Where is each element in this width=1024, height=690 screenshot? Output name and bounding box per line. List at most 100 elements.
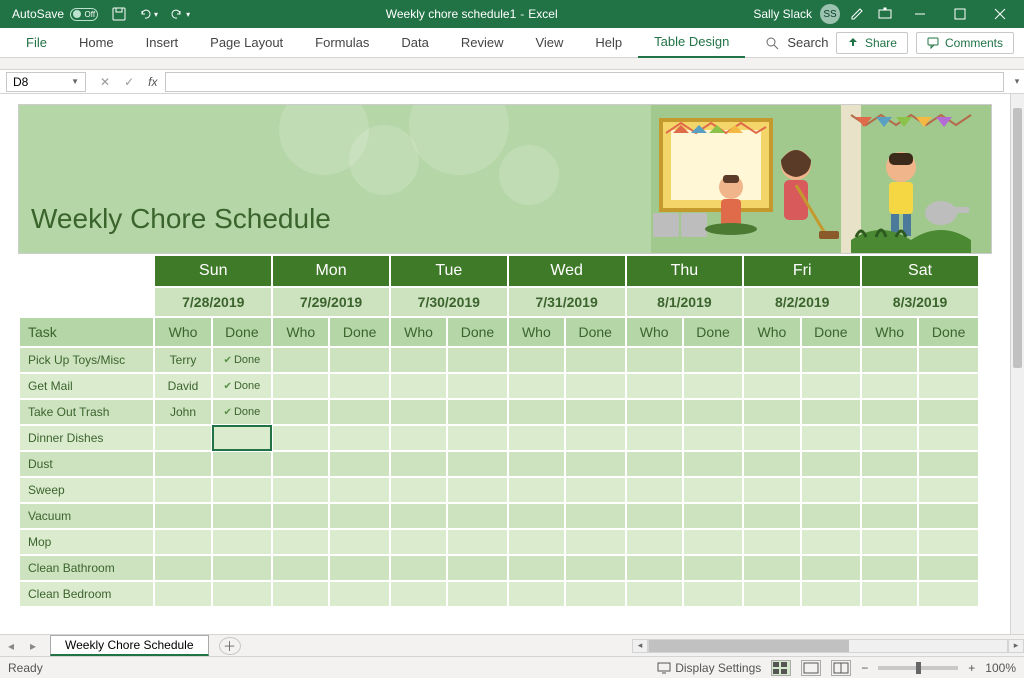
who-cell[interactable] xyxy=(390,581,447,607)
who-cell[interactable] xyxy=(743,373,800,399)
schedule-table[interactable]: SunMonTueWedThuFriSat7/28/20197/29/20197… xyxy=(18,254,980,608)
done-cell[interactable] xyxy=(918,529,979,555)
done-cell[interactable] xyxy=(801,555,862,581)
sheet-nav-prev[interactable]: ◂ xyxy=(0,639,22,653)
who-cell[interactable] xyxy=(390,503,447,529)
page-layout-view-button[interactable] xyxy=(801,660,821,676)
done-cell[interactable] xyxy=(447,399,508,425)
done-cell[interactable] xyxy=(801,529,862,555)
who-cell[interactable] xyxy=(861,373,918,399)
done-cell[interactable] xyxy=(329,451,390,477)
who-header[interactable]: Who xyxy=(861,317,918,347)
done-cell[interactable] xyxy=(565,347,626,373)
who-cell[interactable] xyxy=(154,555,211,581)
who-cell[interactable] xyxy=(390,347,447,373)
done-cell[interactable] xyxy=(329,555,390,581)
who-cell[interactable] xyxy=(390,425,447,451)
done-cell[interactable] xyxy=(565,373,626,399)
done-cell[interactable] xyxy=(918,555,979,581)
who-cell[interactable] xyxy=(626,425,683,451)
who-cell[interactable] xyxy=(508,399,565,425)
done-cell[interactable] xyxy=(329,425,390,451)
zoom-level[interactable]: 100% xyxy=(985,661,1016,675)
who-cell[interactable] xyxy=(743,503,800,529)
date-cell[interactable]: 8/1/2019 xyxy=(626,287,744,317)
tab-data[interactable]: Data xyxy=(385,28,444,58)
day-header[interactable]: Sat xyxy=(861,255,979,287)
close-button[interactable] xyxy=(980,0,1020,28)
done-cell[interactable] xyxy=(918,399,979,425)
done-cell[interactable] xyxy=(565,399,626,425)
date-cell[interactable]: 7/31/2019 xyxy=(508,287,626,317)
date-cell[interactable]: 8/3/2019 xyxy=(861,287,979,317)
who-cell[interactable] xyxy=(508,581,565,607)
done-cell[interactable] xyxy=(565,555,626,581)
who-cell[interactable] xyxy=(154,503,211,529)
date-cell[interactable]: 8/2/2019 xyxy=(743,287,861,317)
done-cell[interactable] xyxy=(801,477,862,503)
done-cell[interactable] xyxy=(447,373,508,399)
who-cell[interactable] xyxy=(861,581,918,607)
display-settings-button[interactable]: Display Settings xyxy=(657,661,761,675)
task-header[interactable]: Task xyxy=(19,317,154,347)
who-cell[interactable] xyxy=(626,529,683,555)
who-header[interactable]: Who xyxy=(390,317,447,347)
who-cell[interactable] xyxy=(272,425,329,451)
done-header[interactable]: Done xyxy=(212,317,273,347)
done-cell[interactable] xyxy=(918,425,979,451)
horizontal-scrollbar[interactable]: ◂ ▸ xyxy=(632,637,1024,655)
done-cell[interactable] xyxy=(329,477,390,503)
task-cell[interactable]: Get Mail xyxy=(19,373,154,399)
zoom-out-button[interactable]: − xyxy=(861,661,868,675)
who-cell[interactable] xyxy=(272,399,329,425)
task-cell[interactable]: Pick Up Toys/Misc xyxy=(19,347,154,373)
task-cell[interactable]: Mop xyxy=(19,529,154,555)
done-header[interactable]: Done xyxy=(447,317,508,347)
day-header[interactable]: Fri xyxy=(743,255,861,287)
who-cell[interactable] xyxy=(272,581,329,607)
who-cell[interactable] xyxy=(508,425,565,451)
who-cell[interactable] xyxy=(390,529,447,555)
save-icon[interactable] xyxy=(112,7,126,21)
tab-file[interactable]: File xyxy=(10,28,63,58)
who-cell[interactable]: David xyxy=(154,373,211,399)
page-break-view-button[interactable] xyxy=(831,660,851,676)
who-cell[interactable]: Terry xyxy=(154,347,211,373)
who-cell[interactable] xyxy=(743,425,800,451)
fx-icon[interactable]: fx xyxy=(148,75,157,89)
done-cell[interactable] xyxy=(918,503,979,529)
who-cell[interactable] xyxy=(626,373,683,399)
done-cell[interactable] xyxy=(212,425,273,451)
done-cell[interactable] xyxy=(801,373,862,399)
done-header[interactable]: Done xyxy=(918,317,979,347)
who-cell[interactable] xyxy=(390,451,447,477)
who-header[interactable]: Who xyxy=(508,317,565,347)
who-cell[interactable] xyxy=(861,425,918,451)
who-cell[interactable] xyxy=(743,555,800,581)
search-box[interactable]: Search xyxy=(765,35,828,50)
done-cell[interactable] xyxy=(212,581,273,607)
date-cell[interactable]: 7/30/2019 xyxy=(390,287,508,317)
day-header[interactable]: Thu xyxy=(626,255,744,287)
done-cell[interactable] xyxy=(447,581,508,607)
who-cell[interactable] xyxy=(508,373,565,399)
done-cell[interactable] xyxy=(918,347,979,373)
who-cell[interactable] xyxy=(390,555,447,581)
done-cell[interactable] xyxy=(212,503,273,529)
user-account[interactable]: Sally Slack SS xyxy=(753,4,840,24)
minimize-button[interactable] xyxy=(900,0,940,28)
who-cell[interactable] xyxy=(272,347,329,373)
day-header[interactable]: Sun xyxy=(154,255,272,287)
pen-icon[interactable] xyxy=(850,7,864,21)
scroll-right-icon[interactable]: ▸ xyxy=(1008,639,1024,653)
done-cell[interactable] xyxy=(801,581,862,607)
done-cell[interactable] xyxy=(447,503,508,529)
tab-table-design[interactable]: Table Design xyxy=(638,28,745,58)
done-cell[interactable] xyxy=(329,399,390,425)
done-cell[interactable] xyxy=(918,477,979,503)
done-cell[interactable] xyxy=(683,373,744,399)
done-cell[interactable] xyxy=(212,477,273,503)
who-header[interactable]: Who xyxy=(272,317,329,347)
task-cell[interactable]: Clean Bathroom xyxy=(19,555,154,581)
who-cell[interactable] xyxy=(390,399,447,425)
